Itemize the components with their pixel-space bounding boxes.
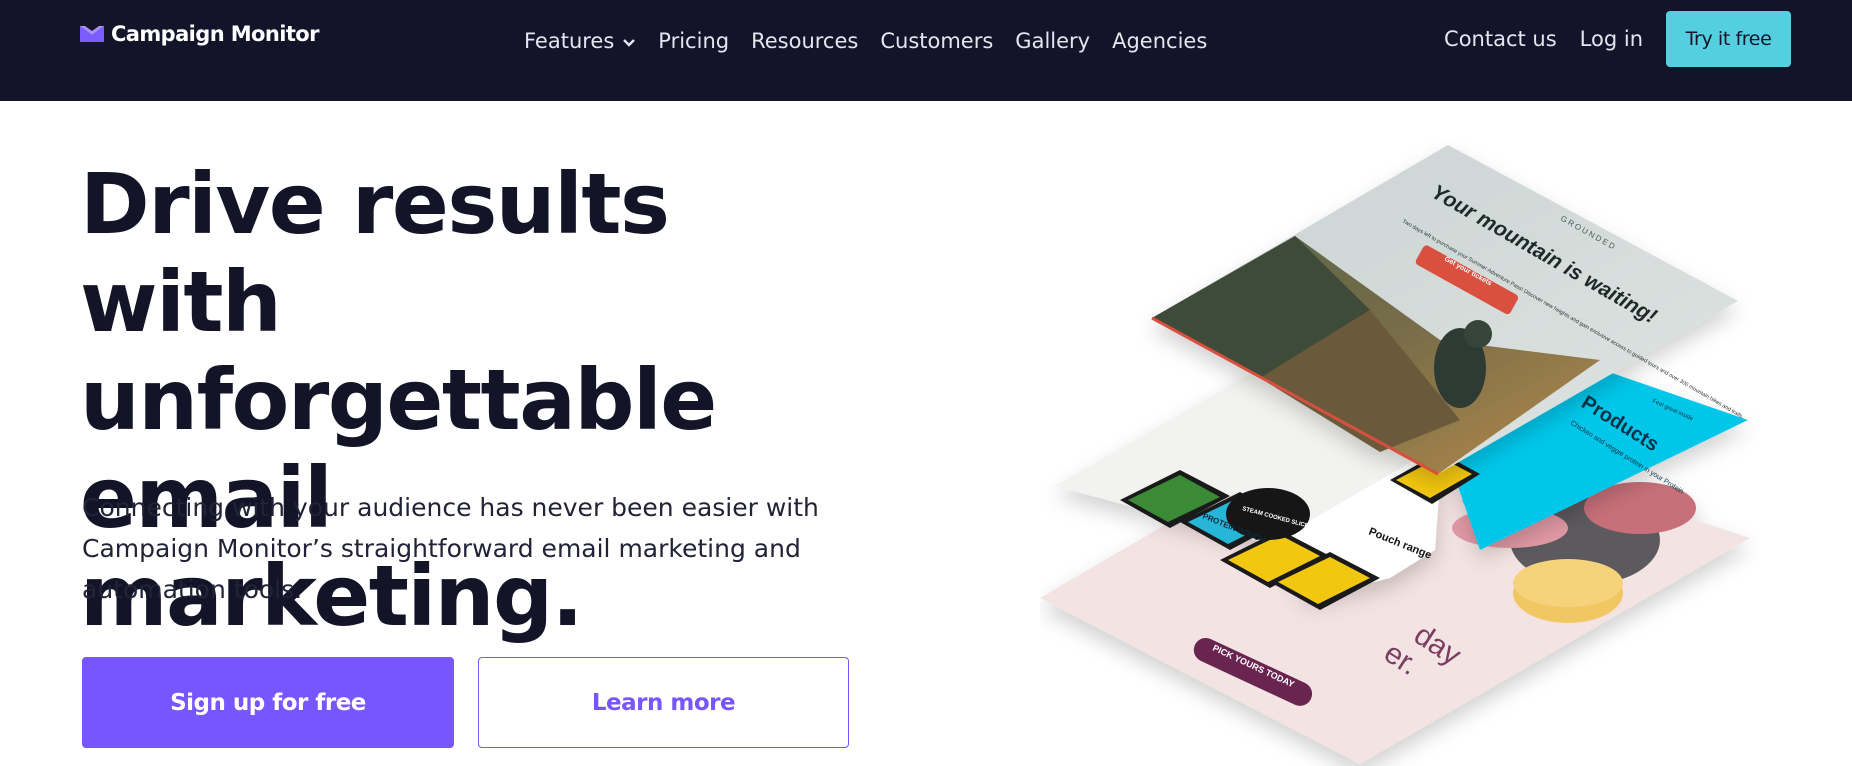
contact-us-link[interactable]: Contact us — [1444, 27, 1557, 51]
brand-logo[interactable]: Campaign Monitor — [80, 22, 319, 46]
main-menu: Features Pricing Resources Customers Gal… — [524, 29, 1229, 53]
email-templates-illustration: day er. PICK YOURS TODAY STEAM COOKED SL… — [1040, 120, 1760, 766]
nav-features[interactable]: Features — [524, 29, 636, 53]
nav-actions: Contact us Log in Try it free — [1444, 11, 1791, 67]
subtext-line-3: automation tools. — [82, 575, 303, 604]
chevron-down-icon — [623, 38, 636, 47]
nav-pricing[interactable]: Pricing — [658, 29, 729, 53]
sign-up-button[interactable]: Sign up for free — [82, 657, 454, 748]
nav-agencies[interactable]: Agencies — [1112, 29, 1207, 53]
brand-name: Campaign Monitor — [111, 22, 319, 46]
envelope-logo-icon — [80, 26, 104, 42]
headline-line-1: Drive results with — [80, 155, 670, 351]
stacked-emails-graphic: day er. PICK YOURS TODAY STEAM COOKED SL… — [1040, 145, 1750, 764]
top-navigation: Campaign Monitor Features Pricing Resour… — [0, 0, 1852, 101]
hero-subtext: Connecting with your audience has never … — [82, 487, 822, 610]
nav-gallery[interactable]: Gallery — [1015, 29, 1090, 53]
log-in-link[interactable]: Log in — [1580, 27, 1643, 51]
nav-features-label: Features — [524, 29, 615, 53]
subtext-line-2: Campaign Monitor’s straightforward email… — [82, 534, 801, 563]
subtext-line-1: Connecting with your audience has never … — [82, 493, 819, 522]
try-it-free-button[interactable]: Try it free — [1666, 11, 1791, 67]
nav-customers[interactable]: Customers — [880, 29, 993, 53]
headline-line-2: unforgettable — [80, 351, 717, 449]
nav-resources[interactable]: Resources — [751, 29, 858, 53]
learn-more-button[interactable]: Learn more — [478, 657, 849, 748]
